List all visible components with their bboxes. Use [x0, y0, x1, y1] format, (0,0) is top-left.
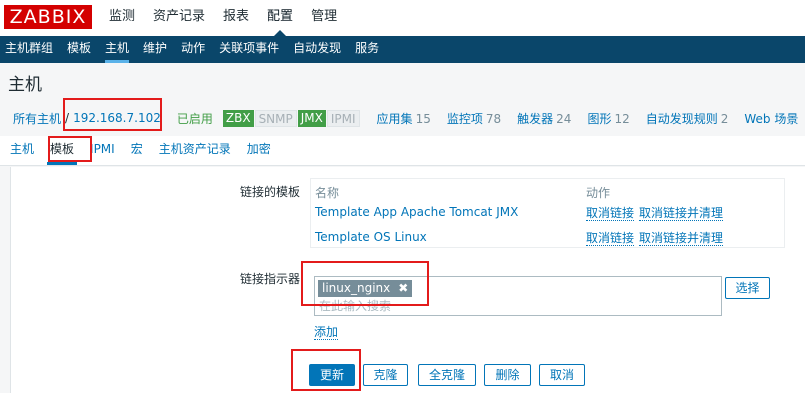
host-status[interactable]: 已启用 [177, 110, 213, 127]
unlink-button[interactable]: 取消链接 [586, 206, 635, 221]
link-web-scenarios[interactable]: Web 场景 [744, 110, 798, 127]
sub-menu-maintenance[interactable]: 维护 [136, 36, 174, 63]
main-menu-monitoring[interactable]: 监测 [100, 0, 144, 36]
full-clone-button[interactable]: 全克隆 [418, 364, 476, 386]
tab-inventory[interactable]: 主机资产记录 [151, 136, 239, 165]
cancel-button[interactable]: 取消 [539, 364, 585, 386]
add-template-link[interactable]: 添加 [314, 325, 339, 340]
zabbix-logo[interactable]: ZABBIX [4, 5, 92, 29]
sub-menu-hosts[interactable]: 主机 [98, 36, 136, 63]
main-menu-inventory[interactable]: 资产记录 [144, 0, 214, 36]
clone-button[interactable]: 克隆 [363, 364, 408, 386]
tab-macros[interactable]: 宏 [123, 136, 151, 165]
annotation-update-box [291, 349, 361, 391]
annotation-chip-box [301, 261, 429, 306]
breadcrumb-all-hosts[interactable]: 所有主机 [13, 110, 61, 127]
sub-menu-correlation[interactable]: 关联项事件 [212, 36, 286, 63]
main-menu-reports[interactable]: 报表 [214, 0, 258, 36]
top-navigation: ZABBIX 监测 资产记录 报表 配置 管理 [0, 0, 805, 36]
sub-menu: 主机群组 模板 主机 维护 动作 关联项事件 自动发现 服务 [0, 36, 805, 63]
link-applications[interactable]: 应用集 15 [377, 110, 431, 127]
link-graphs[interactable]: 图形 12 [587, 110, 629, 127]
annotation-templates-tab-box [48, 136, 92, 162]
sub-menu-host-groups[interactable]: 主机群组 [0, 36, 60, 63]
column-name-header: 名称 [315, 186, 340, 200]
link-items[interactable]: 监控项 78 [447, 110, 501, 127]
availability-ipmi: IPMI [326, 109, 360, 127]
main-menu: 监测 资产记录 报表 配置 管理 [100, 0, 346, 36]
unlink-and-clear-button[interactable]: 取消链接并清理 [639, 231, 724, 246]
main-menu-administration[interactable]: 管理 [302, 0, 346, 36]
linked-templates-label: 链接的模板 [239, 185, 300, 199]
delete-button[interactable]: 删除 [484, 364, 531, 386]
tab-host[interactable]: 主机 [0, 136, 42, 165]
template-link-tomcat-jmx[interactable]: Template App Apache Tomcat JMX [315, 205, 518, 219]
annotation-host-box [63, 98, 162, 131]
sub-menu-actions[interactable]: 动作 [174, 36, 212, 63]
availability-jmx: JMX [297, 109, 326, 127]
availability-zbx: ZBX [222, 109, 254, 127]
link-discovery-rules[interactable]: 自动发现规则 2 [646, 110, 729, 127]
select-template-button[interactable]: 选择 [725, 277, 770, 299]
sub-menu-discovery[interactable]: 自动发现 [286, 36, 348, 63]
link-new-templates-label: 链接指示器 [239, 272, 300, 286]
template-link-os-linux[interactable]: Template OS Linux [315, 230, 427, 244]
page-title: 主机 [8, 75, 42, 95]
unlink-button[interactable]: 取消链接 [586, 231, 635, 246]
sub-menu-templates[interactable]: 模板 [60, 36, 98, 63]
sub-menu-services[interactable]: 服务 [348, 36, 386, 63]
tab-encryption[interactable]: 加密 [239, 136, 279, 165]
unlink-and-clear-button[interactable]: 取消链接并清理 [639, 206, 724, 221]
main-menu-configuration[interactable]: 配置 [258, 0, 302, 36]
link-triggers[interactable]: 触发器 24 [517, 110, 571, 127]
availability-snmp: SNMP [254, 109, 297, 127]
form-tabs: 主机 模板 IPMI 宏 主机资产记录 加密 [0, 136, 805, 166]
column-action-header: 动作 [586, 186, 611, 200]
